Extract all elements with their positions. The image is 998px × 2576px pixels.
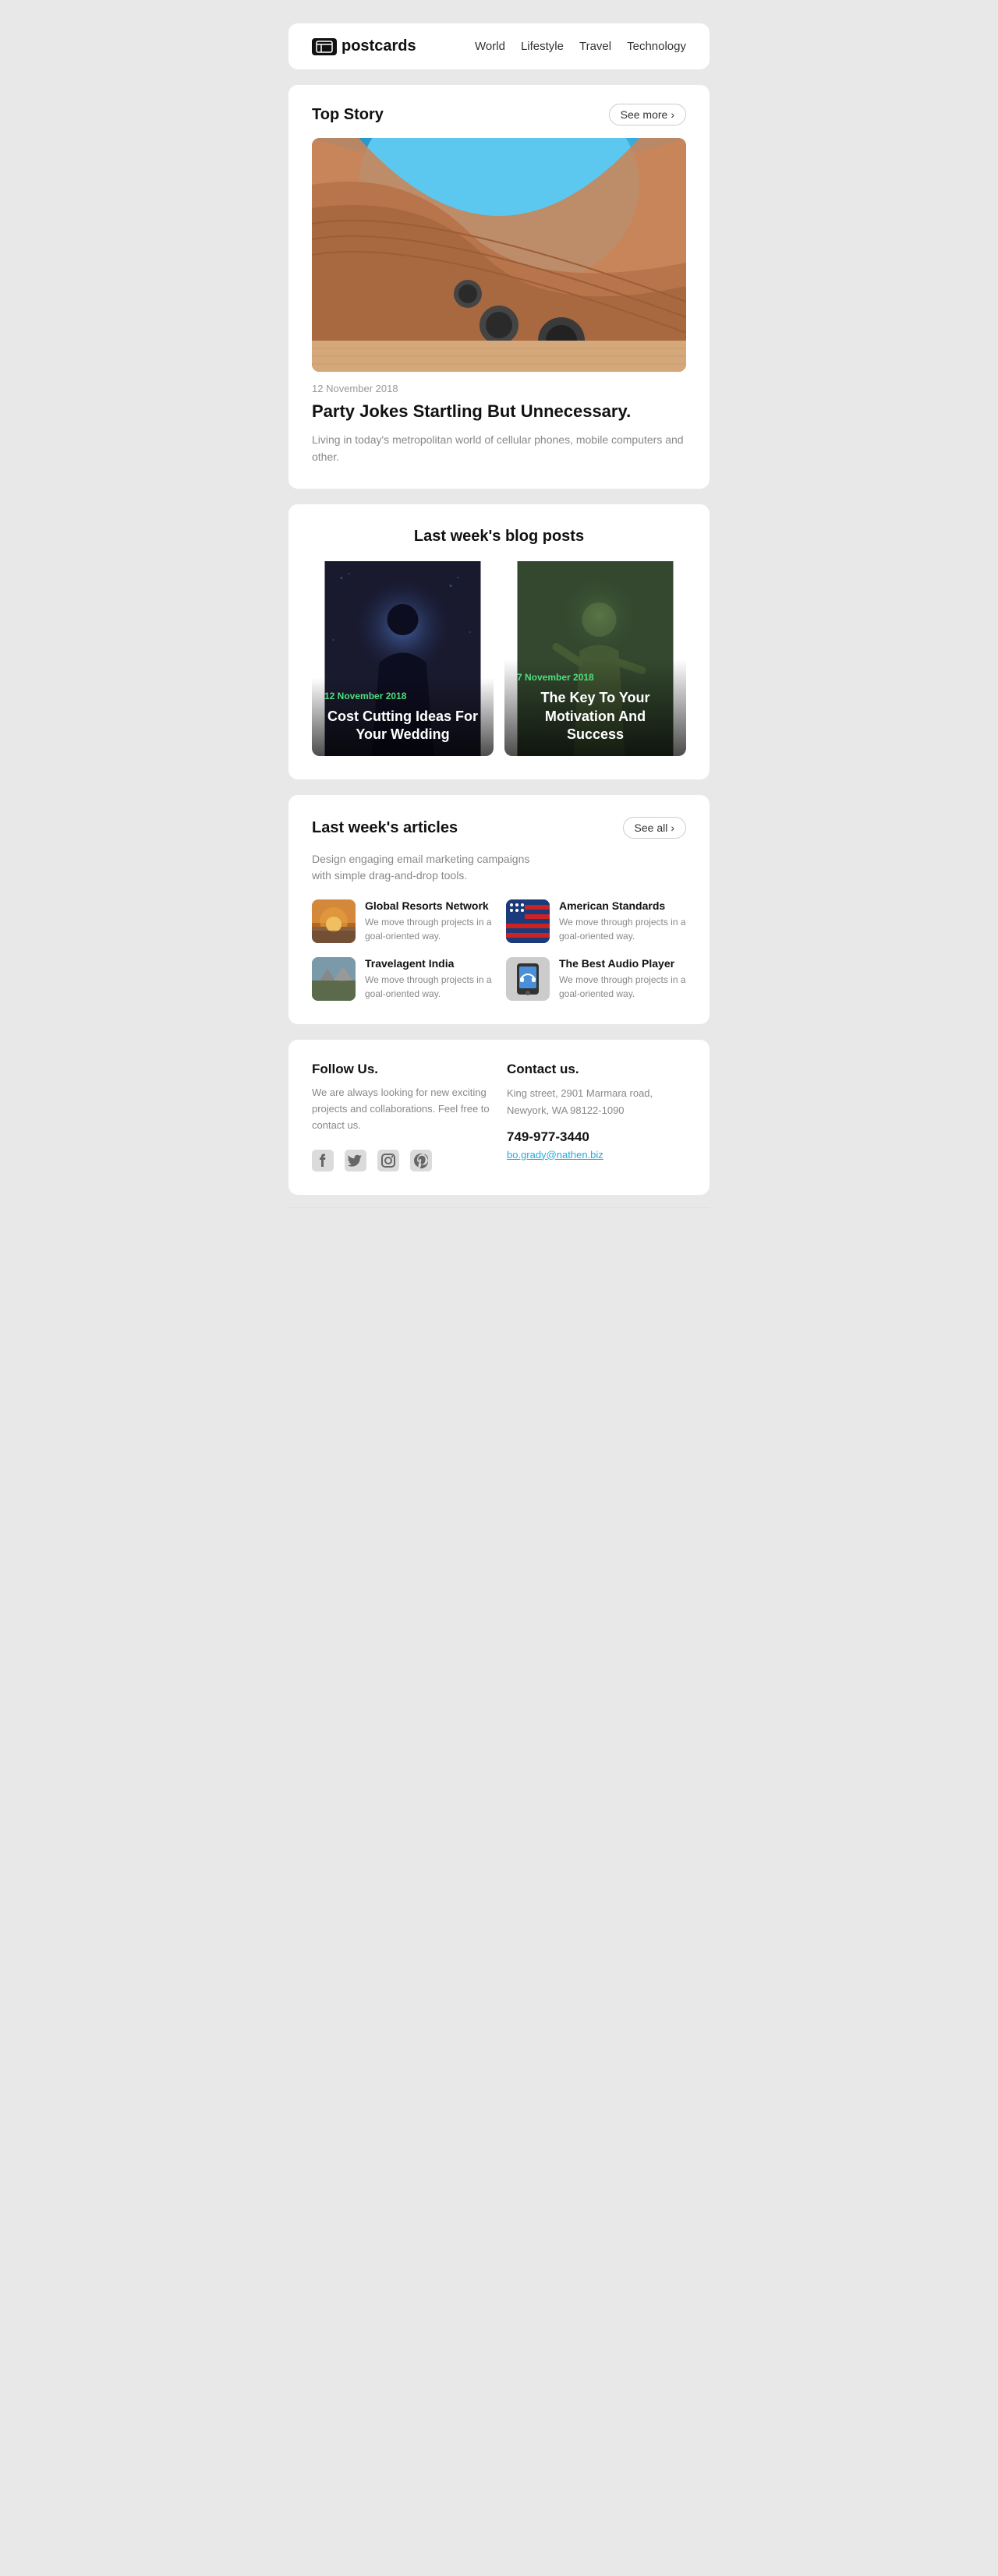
top-story-title: Top Story bbox=[312, 106, 384, 124]
footer-section: Follow Us. We are always looking for new… bbox=[288, 1040, 710, 1194]
article-thumb-1 bbox=[506, 899, 550, 943]
social-icons bbox=[312, 1150, 491, 1171]
articles-title: Last week's articles bbox=[312, 819, 458, 837]
article-item-text-2: We move through projects in a goal-orien… bbox=[365, 973, 492, 1001]
blog-grid: 12 November 2018 Cost Cutting Ideas For … bbox=[312, 561, 686, 756]
contact-phone: 749-977-3440 bbox=[507, 1129, 686, 1145]
article-item-text-0: We move through projects in a goal-orien… bbox=[365, 915, 492, 943]
article-text-3: The Best Audio Player We move through pr… bbox=[559, 957, 686, 1001]
chevron-right-icon-2: › bbox=[671, 822, 674, 834]
blog-card-overlay-1: 12 November 2018 Cost Cutting Ideas For … bbox=[312, 678, 494, 757]
articles-grid: Global Resorts Network We move through p… bbox=[312, 899, 686, 1001]
article-thumb-0 bbox=[312, 899, 356, 943]
article-item-title-1: American Standards bbox=[559, 899, 686, 912]
article-text-1: American Standards We move through proje… bbox=[559, 899, 686, 943]
blog-posts-section: Last week's blog posts bbox=[288, 504, 710, 779]
blog-posts-title: Last week's blog posts bbox=[312, 528, 686, 546]
pinterest-icon[interactable] bbox=[410, 1150, 432, 1171]
article-title: Party Jokes Startling But Unnecessary. bbox=[312, 401, 686, 423]
article-item-text-1: We move through projects in a goal-orien… bbox=[559, 915, 686, 943]
article-text-0: Global Resorts Network We move through p… bbox=[365, 899, 492, 943]
follow-heading: Follow Us. bbox=[312, 1062, 491, 1077]
article-item-1[interactable]: American Standards We move through proje… bbox=[506, 899, 686, 943]
blog-card-date-1: 12 November 2018 bbox=[324, 691, 481, 701]
article-item-title-0: Global Resorts Network bbox=[365, 899, 492, 912]
main-nav: World Lifestyle Travel Technology bbox=[475, 40, 686, 53]
facebook-icon[interactable] bbox=[312, 1150, 334, 1171]
contact-heading: Contact us. bbox=[507, 1062, 686, 1077]
follow-us-section: Follow Us. We are always looking for new… bbox=[312, 1062, 491, 1171]
logo-icon bbox=[312, 38, 337, 55]
instagram-icon[interactable] bbox=[377, 1150, 399, 1171]
article-item-title-2: Travelagent India bbox=[365, 957, 492, 970]
see-all-button[interactable]: See all › bbox=[623, 817, 686, 839]
articles-section: Last week's articles See all › Design en… bbox=[288, 795, 710, 1024]
article-item-3[interactable]: The Best Audio Player We move through pr… bbox=[506, 957, 686, 1001]
logo-text: postcards bbox=[342, 37, 416, 55]
article-item-title-3: The Best Audio Player bbox=[559, 957, 686, 970]
header: postcards World Lifestyle Travel Technol… bbox=[288, 23, 710, 69]
chevron-right-icon: › bbox=[671, 108, 674, 121]
blog-card-title-2: The Key To Your Motivation And Success bbox=[517, 689, 674, 744]
blog-card-1[interactable]: 12 November 2018 Cost Cutting Ideas For … bbox=[312, 561, 494, 756]
article-text-2: Travelagent India We move through projec… bbox=[365, 957, 492, 1001]
nav-technology[interactable]: Technology bbox=[627, 40, 686, 53]
article-item-2[interactable]: Travelagent India We move through projec… bbox=[312, 957, 492, 1001]
article-date: 12 November 2018 bbox=[312, 383, 686, 394]
footer-grid: Follow Us. We are always looking for new… bbox=[312, 1062, 686, 1171]
article-thumb-3 bbox=[506, 957, 550, 1001]
articles-header: Last week's articles See all › bbox=[312, 817, 686, 839]
twitter-icon[interactable] bbox=[345, 1150, 366, 1171]
footer-divider bbox=[288, 1207, 710, 1208]
contact-address: King street, 2901 Marmara road,Newyork, … bbox=[507, 1085, 686, 1119]
article-item-text-3: We move through projects in a goal-orien… bbox=[559, 973, 686, 1001]
blog-card-2[interactable]: 7 November 2018 The Key To Your Motivati… bbox=[504, 561, 686, 756]
contact-us-section: Contact us. King street, 2901 Marmara ro… bbox=[507, 1062, 686, 1171]
follow-text: We are always looking for new exciting p… bbox=[312, 1085, 491, 1133]
articles-subtitle: Design engaging email marketing campaign… bbox=[312, 851, 686, 884]
nav-travel[interactable]: Travel bbox=[579, 40, 611, 53]
blog-card-overlay-2: 7 November 2018 The Key To Your Motivati… bbox=[504, 659, 686, 756]
article-item-0[interactable]: Global Resorts Network We move through p… bbox=[312, 899, 492, 943]
article-thumb-2 bbox=[312, 957, 356, 1001]
top-story-header: Top Story See more › bbox=[312, 104, 686, 125]
top-story-section: Top Story See more › bbox=[288, 85, 710, 489]
article-excerpt: Living in today's metropolitan world of … bbox=[312, 431, 686, 466]
logo[interactable]: postcards bbox=[312, 37, 416, 55]
contact-email[interactable]: bo.grady@nathen.biz bbox=[507, 1149, 603, 1161]
nav-world[interactable]: World bbox=[475, 40, 505, 53]
blog-card-date-2: 7 November 2018 bbox=[517, 672, 674, 683]
nav-lifestyle[interactable]: Lifestyle bbox=[521, 40, 564, 53]
blog-card-title-1: Cost Cutting Ideas For Your Wedding bbox=[324, 708, 481, 744]
hero-image bbox=[312, 138, 686, 372]
see-more-button[interactable]: See more › bbox=[609, 104, 686, 125]
